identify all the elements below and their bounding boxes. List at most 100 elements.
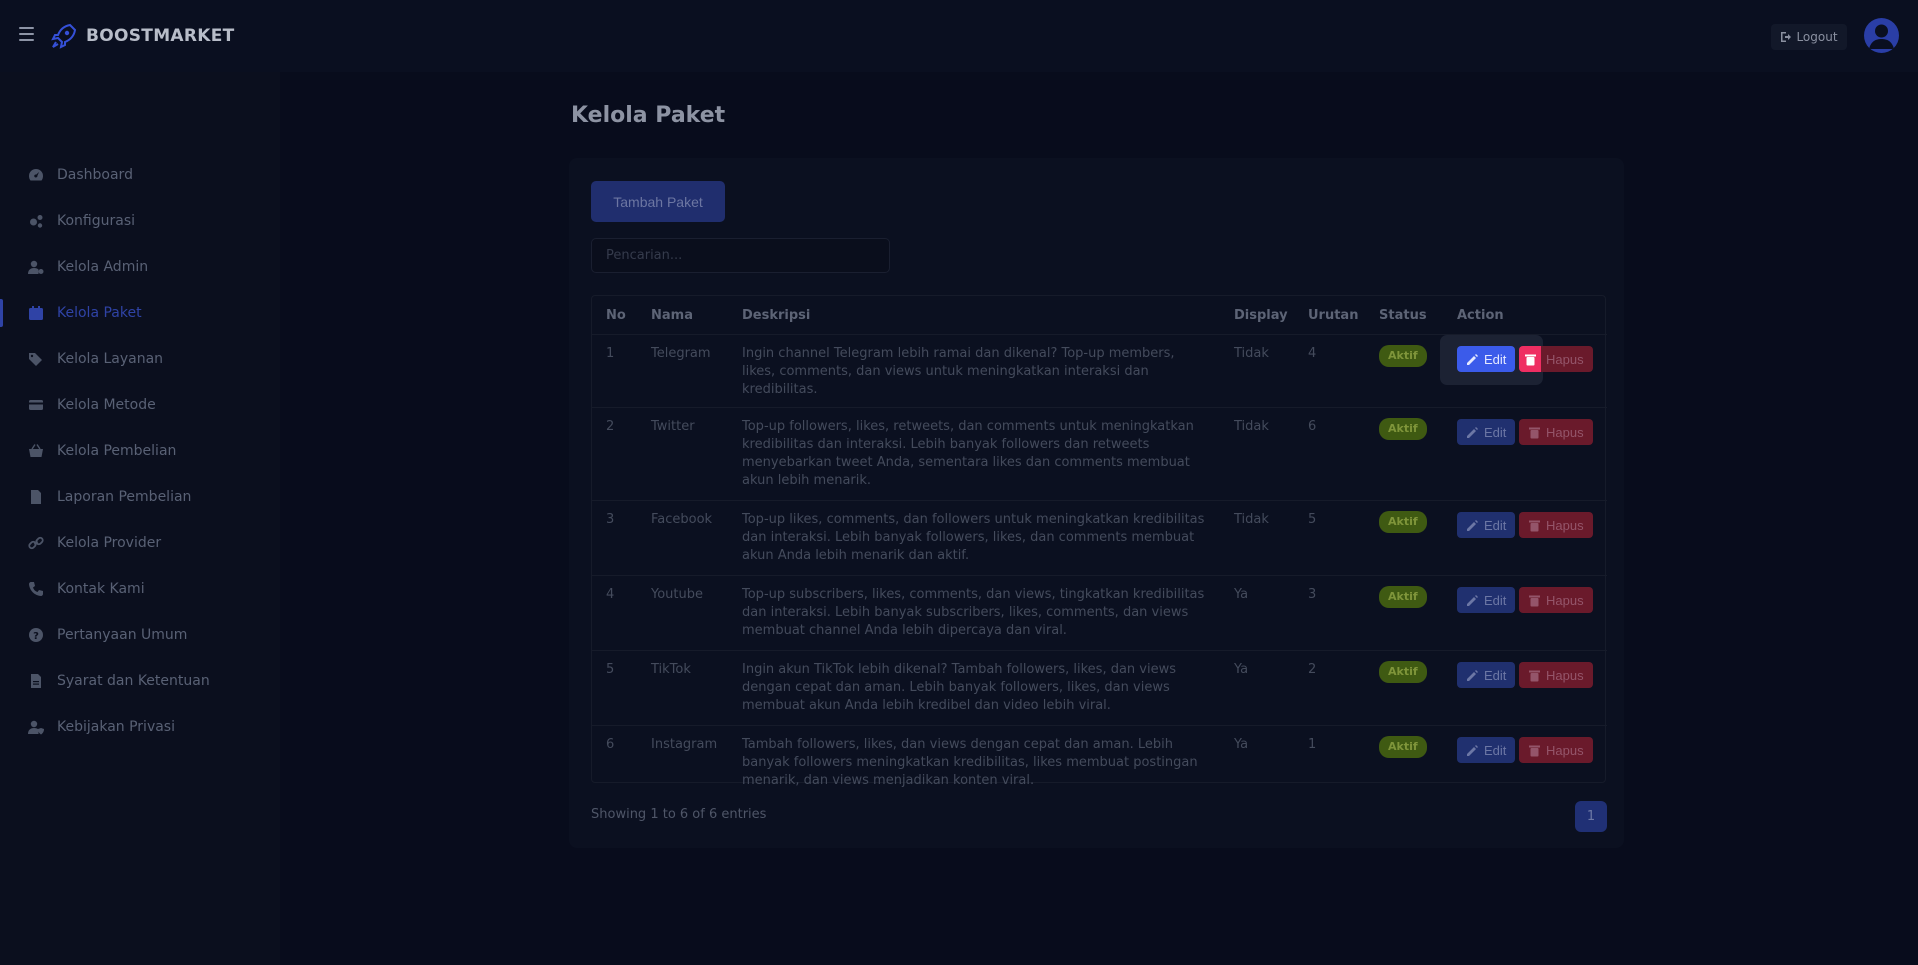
column-header-display[interactable]: Display — [1220, 296, 1294, 335]
sidebar: Dashboard Konfigurasi Kelola Admin Kelol… — [0, 72, 280, 965]
sidebar-item-pertanyaan-umum[interactable]: ? Pertanyaan Umum — [0, 618, 280, 652]
pagination-page-1[interactable]: 1 — [1575, 801, 1607, 832]
delete-button[interactable]: Hapus — [1519, 512, 1593, 538]
cell-nama: Facebook — [637, 500, 728, 576]
delete-button[interactable]: Hapus — [1519, 662, 1593, 688]
edit-label: Edit — [1484, 667, 1507, 683]
dashboard-icon — [27, 167, 45, 183]
table-header-row: No Nama Deskripsi Display Urutan Status … — [592, 296, 1607, 335]
delete-button[interactable]: Hapus — [1519, 587, 1593, 613]
sidebar-item-label: Pertanyaan Umum — [57, 627, 188, 643]
sidebar-item-kelola-admin[interactable]: Kelola Admin — [0, 250, 280, 284]
delete-label: Hapus — [1546, 424, 1584, 440]
cell-action: Edit Hapus — [1443, 650, 1607, 726]
sidebar-item-laporan-pembelian[interactable]: Laporan Pembelian — [0, 480, 280, 514]
pencil-icon — [1467, 426, 1478, 438]
sidebar-item-kelola-pembelian[interactable]: Kelola Pembelian — [0, 434, 280, 468]
edit-button[interactable]: Edit — [1457, 346, 1515, 372]
sidebar-item-dashboard[interactable]: Dashboard — [0, 158, 280, 192]
cell-nama: Telegram — [637, 334, 728, 408]
delete-label: Hapus — [1546, 742, 1584, 758]
sidebar-item-kebijakan-privasi[interactable]: Kebijakan Privasi — [0, 710, 280, 744]
file-icon — [27, 489, 45, 505]
logout-button[interactable]: Logout — [1771, 24, 1847, 50]
trash-icon — [1529, 670, 1540, 681]
cell-action: Edit Hapus — [1440, 334, 1607, 408]
sidebar-item-kelola-provider[interactable]: Kelola Provider — [0, 526, 280, 560]
cell-deskripsi: Top-up followers, likes, retweets, dan c… — [728, 407, 1220, 501]
cell-nama: Instagram — [651, 737, 718, 752]
status-badge: Aktif — [1379, 511, 1427, 533]
column-header-no[interactable]: No — [592, 296, 637, 335]
cell-deskripsi: Top-up likes, comments, dan followers un… — [728, 500, 1220, 576]
delete-label: Hapus — [1546, 517, 1584, 533]
cell-display: Tidak — [1220, 407, 1294, 501]
brand[interactable]: BOOSTMARKET — [50, 22, 235, 50]
table-row: 4 Youtube Top-up subscribers, likes, com… — [592, 575, 1607, 651]
sidebar-item-konfigurasi[interactable]: Konfigurasi — [0, 204, 280, 238]
status-badge: Aktif — [1379, 586, 1427, 608]
sidebar-item-label: Dashboard — [57, 167, 133, 183]
delete-label: Hapus — [1546, 667, 1584, 683]
calendar-icon — [27, 305, 45, 321]
cell-urutan: 1 — [1308, 737, 1317, 752]
pencil-icon — [1467, 669, 1478, 681]
user-shield-icon — [27, 719, 45, 735]
edit-button[interactable]: Edit — [1457, 662, 1515, 688]
sidebar-item-kontak-kami[interactable]: Kontak Kami — [0, 572, 280, 606]
user-avatar[interactable] — [1864, 18, 1899, 53]
logout-label: Logout — [1796, 30, 1838, 44]
column-header-deskripsi[interactable]: Deskripsi — [728, 296, 1220, 335]
delete-button[interactable]: Hapus — [1519, 346, 1593, 372]
column-header-nama[interactable]: Nama — [637, 296, 728, 335]
delete-label: Hapus — [1546, 351, 1584, 367]
table-row: 2 Twitter Top-up followers, likes, retwe… — [592, 407, 1607, 501]
sidebar-item-label: Kebijakan Privasi — [57, 719, 175, 735]
edit-label: Edit — [1484, 517, 1507, 533]
phone-icon — [27, 581, 45, 597]
cell-display: Tidak — [1220, 500, 1294, 576]
user-cog-icon — [27, 259, 45, 275]
cell-nama: Twitter — [637, 407, 728, 501]
edit-button[interactable]: Edit — [1457, 512, 1515, 538]
table-row: 5 TikTok Ingin akun TikTok lebih dikenal… — [592, 650, 1607, 726]
add-package-button[interactable]: Tambah Paket — [591, 181, 725, 222]
sidebar-item-kelola-layanan[interactable]: Kelola Layanan — [0, 342, 280, 376]
edit-button[interactable]: Edit — [1457, 419, 1515, 445]
cell-display: Ya — [1220, 650, 1294, 726]
search-input[interactable] — [591, 238, 890, 273]
edit-label: Edit — [1484, 742, 1507, 758]
edit-button[interactable]: Edit — [1457, 737, 1515, 763]
pencil-icon — [1467, 519, 1478, 531]
table-row: 3 Facebook Top-up likes, comments, dan f… — [592, 500, 1607, 576]
delete-button[interactable]: Hapus — [1519, 419, 1593, 445]
cell-display: Ya — [1234, 737, 1249, 752]
cell-deskripsi: Tambah followers, likes, dan views denga… — [742, 737, 1198, 788]
menu-toggle-icon[interactable] — [19, 27, 34, 41]
edit-label: Edit — [1484, 351, 1507, 367]
cell-status: Aktif — [1365, 334, 1443, 408]
cell-no: 5 — [592, 650, 637, 726]
column-header-status[interactable]: Status — [1365, 296, 1443, 335]
sidebar-item-label: Laporan Pembelian — [57, 489, 192, 505]
column-header-action: Action — [1443, 296, 1607, 335]
cell-urutan: 6 — [1294, 407, 1365, 501]
cell-action: Edit Hapus — [1443, 726, 1607, 801]
cell-display: Tidak — [1220, 334, 1294, 408]
cell-no: 3 — [592, 500, 637, 576]
table-info: Showing 1 to 6 of 6 entries — [591, 807, 767, 822]
brand-name: BOOSTMARKET — [86, 26, 235, 46]
sidebar-item-label: Konfigurasi — [57, 213, 136, 229]
cell-no: 4 — [592, 575, 637, 651]
cell-display: Ya — [1220, 575, 1294, 651]
sidebar-item-kelola-metode[interactable]: Kelola Metode — [0, 388, 280, 422]
sidebar-item-kelola-paket[interactable]: Kelola Paket — [0, 296, 280, 330]
delete-button[interactable]: Hapus — [1519, 737, 1593, 763]
cell-deskripsi: Ingin channel Telegram lebih ramai dan d… — [728, 334, 1220, 408]
edit-button[interactable]: Edit — [1457, 587, 1515, 613]
cell-action: Edit Hapus — [1443, 407, 1607, 501]
column-header-urutan[interactable]: Urutan — [1294, 296, 1365, 335]
top-navbar: BOOSTMARKET Logout — [0, 0, 1918, 72]
sidebar-item-syarat-ketentuan[interactable]: Syarat dan Ketentuan — [0, 664, 280, 698]
sidebar-item-label: Kontak Kami — [57, 581, 145, 597]
